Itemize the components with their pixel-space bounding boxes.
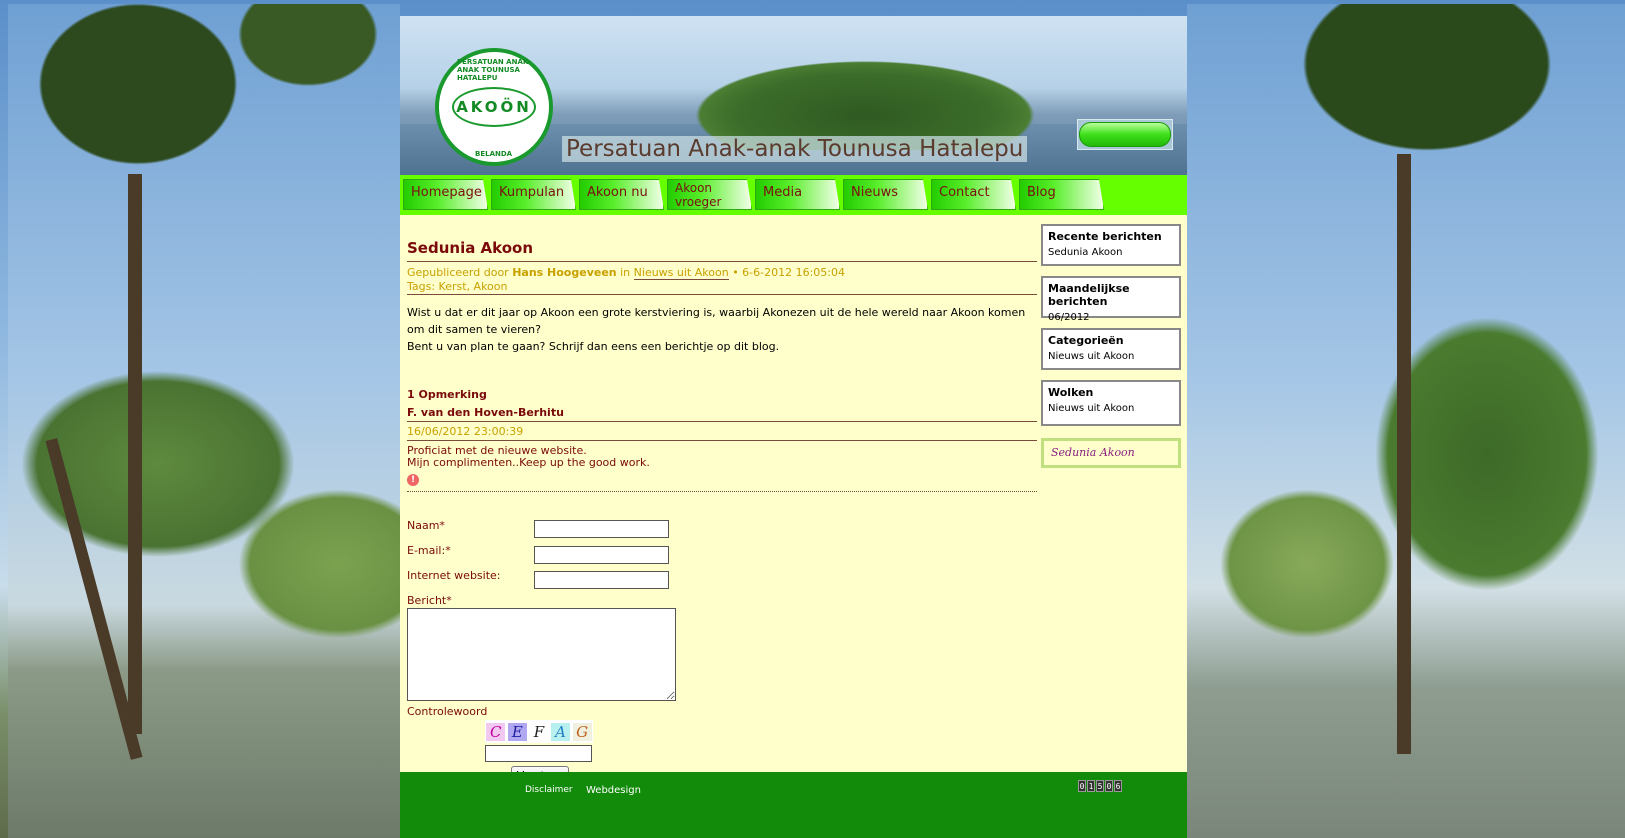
widget-title: Wolken (1048, 386, 1094, 399)
post-body-paragraph: Wist u dat er dit jaar op Akoon een grot… (407, 306, 1026, 336)
logo-ring-bottom: BELANDA (475, 150, 513, 158)
webdesign-link[interactable]: Webdesign (586, 785, 641, 796)
visitor-counter: 0 1 5 0 6 (1078, 780, 1122, 792)
comment-author: F. van den Hoven-Berhitu (407, 406, 564, 419)
nav-item-homepage[interactable]: Homepage (403, 179, 488, 210)
divider (407, 440, 1037, 441)
email-field[interactable] (534, 546, 669, 564)
divider (407, 491, 1037, 492)
monthly-archive-link[interactable]: 06/2012 (1048, 312, 1174, 323)
tree-trunk (1397, 154, 1411, 754)
post-date: • 6-6-2012 16:05:04 (732, 266, 846, 279)
site-header: PERSATUAN ANAK-ANAK TOUNUSA HATALEPU AKO… (400, 16, 1187, 175)
counter-digit: 0 (1105, 780, 1113, 792)
in-label: in (620, 266, 631, 279)
header-search-widget[interactable] (1077, 119, 1173, 150)
widget-title: Maandelijkse berichten (1048, 282, 1130, 308)
recent-post-link[interactable]: Sedunia Akoon (1048, 247, 1174, 258)
monthly-posts-widget: Maandelijkse berichten 06/2012 (1041, 276, 1181, 323)
captcha-char: E (507, 722, 527, 741)
nav-item-contact[interactable]: Contact (931, 179, 1016, 210)
post-tags[interactable]: Tags: Kerst, Akoon (407, 280, 507, 293)
nav-item-kumpulan[interactable]: Kumpulan (491, 179, 576, 210)
counter-digit: 5 (1096, 780, 1104, 792)
recent-posts-widget: Recente berichten Sedunia Akoon (1041, 224, 1181, 266)
featured-post-link[interactable]: Sedunia Akoon (1041, 438, 1181, 468)
captcha-image: C E F A G (485, 720, 593, 743)
logo-text: AKOÖN (452, 87, 536, 127)
website-field[interactable] (534, 571, 669, 589)
nav-item-media[interactable]: Media (755, 179, 840, 210)
background-photo-right (1187, 4, 1625, 838)
comment-text: Mijn complimenten..Keep up the good work… (407, 456, 650, 469)
header-island-image (630, 40, 1100, 150)
divider (407, 294, 1037, 295)
post-author[interactable]: Hans Hoogeveen (512, 266, 616, 279)
disclaimer-link[interactable]: Disclaimer (525, 785, 573, 795)
captcha-field[interactable] (485, 745, 592, 762)
tag-cloud-widget: Wolken Nieuws uit Akoon (1041, 380, 1181, 426)
logo-ring-top: PERSATUAN ANAK-ANAK TOUNUSA HATALEPU (457, 58, 531, 82)
site-footer: Disclaimer Webdesign 0 1 5 0 6 (400, 772, 1187, 838)
divider (407, 421, 1037, 422)
message-label: Bericht* (407, 594, 452, 607)
nav-item-nieuws[interactable]: Nieuws (843, 179, 928, 210)
counter-digit: 0 (1078, 780, 1086, 792)
captcha-char: A (551, 722, 571, 741)
page-container: PERSATUAN ANAK-ANAK TOUNUSA HATALEPU AKO… (400, 16, 1187, 838)
nav-item-akoon-nu[interactable]: Akoon nu (579, 179, 664, 210)
divider (407, 261, 1037, 262)
search-button[interactable] (1079, 122, 1171, 147)
name-field[interactable] (534, 520, 669, 538)
message-field[interactable] (407, 608, 676, 701)
post-body-paragraph: Bent u van plan te gaan? Schrijf dan een… (407, 340, 780, 353)
captcha-char: F (529, 722, 549, 741)
email-label: E-mail:* (407, 544, 451, 557)
post-meta: Gepubliceerd door Hans Hoogeveen in Nieu… (407, 266, 846, 280)
post-title[interactable]: Sedunia Akoon (407, 239, 533, 257)
comment-date: 16/06/2012 23:00:39 (407, 425, 524, 438)
comment-count: 1 Opmerking (407, 388, 487, 401)
counter-digit: 6 (1114, 780, 1122, 792)
captcha-char: G (572, 722, 592, 741)
published-by-label: Gepubliceerd door (407, 266, 509, 279)
post-category-link[interactable]: Nieuws uit Akoon (633, 266, 729, 280)
captcha-char: C (486, 722, 506, 741)
name-label: Naam* (407, 519, 445, 532)
captcha-label: Controlewoord (407, 705, 488, 718)
counter-digit: 1 (1087, 780, 1095, 792)
site-title: Persatuan Anak-anak Tounusa Hatalepu (562, 136, 1028, 162)
background-photo-left (8, 4, 400, 838)
widget-title: Categorieën (1048, 334, 1124, 347)
categories-widget: Categorieën Nieuws uit Akoon (1041, 328, 1181, 370)
nav-item-blog[interactable]: Blog (1019, 179, 1104, 210)
website-label: Internet website: (407, 569, 501, 582)
site-logo[interactable]: PERSATUAN ANAK-ANAK TOUNUSA HATALEPU AKO… (435, 48, 553, 166)
tree-trunk (128, 174, 142, 734)
main-nav: Homepage Kumpulan Akoon nu Akoon vroeger… (400, 175, 1187, 215)
category-link[interactable]: Nieuws uit Akoon (1048, 351, 1174, 362)
nav-item-akoon-vroeger[interactable]: Akoon vroeger (667, 179, 752, 210)
widget-title: Recente berichten (1048, 230, 1162, 243)
report-comment-icon[interactable]: ! (407, 474, 419, 486)
cloud-link[interactable]: Nieuws uit Akoon (1048, 403, 1174, 414)
